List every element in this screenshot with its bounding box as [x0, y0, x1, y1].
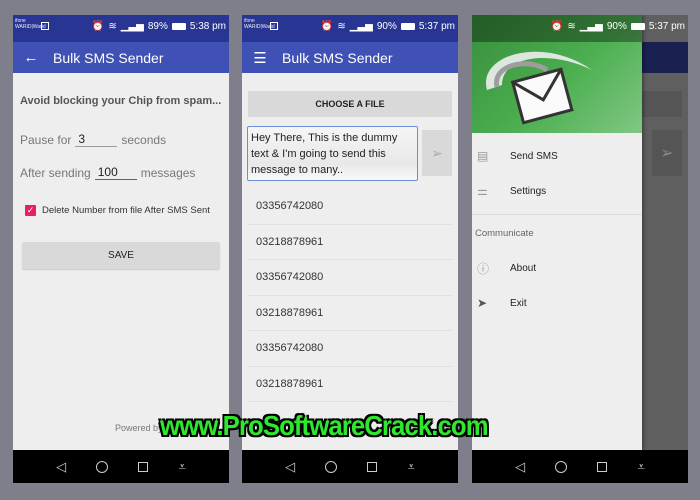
back-nav-icon[interactable]: ◁ [515, 459, 525, 475]
drawer-item-send-sms[interactable]: ▤ Send SMS [472, 142, 642, 170]
checkmark-icon[interactable]: ✓ [25, 205, 36, 216]
number-list: 03356742080 03218878961 03356742080 0321… [248, 189, 452, 402]
menu-icon[interactable]: ☰ [242, 49, 278, 67]
message-textarea[interactable]: Hey There, This is the dummy text & I'm … [247, 126, 418, 181]
toolbar-title: Bulk SMS Sender [53, 49, 164, 66]
powered-by-label: Powered by [115, 423, 163, 433]
back-nav-icon[interactable]: ◁ [56, 459, 66, 475]
recents-nav-icon[interactable] [138, 461, 149, 472]
recents-nav-icon[interactable] [367, 461, 378, 472]
drawer-header [472, 15, 642, 133]
info-icon: ⓘ [477, 261, 490, 276]
save-button[interactable]: SAVE [22, 242, 220, 269]
alarm-icon: ⏰ [320, 21, 334, 32]
pause-seconds-input[interactable]: 3 [75, 132, 118, 147]
sliders-icon: ⚌ [477, 184, 488, 198]
list-item[interactable]: 03356742080 [248, 331, 452, 367]
battery-percent: 90% [376, 21, 397, 32]
navigation-drawer: ▤ Send SMS ⚌ Settings Communicate ⓘ Abou… [472, 15, 642, 450]
send-icon: ➢ [652, 130, 682, 176]
after-label: After sending [20, 165, 91, 180]
system-nav-bar: ◁ ⩡ [13, 450, 229, 483]
toolbar: ← Bulk SMS Sender [13, 42, 229, 73]
drawer-item-exit[interactable]: ➤ Exit [472, 289, 642, 317]
notification-pull-icon[interactable]: ⩡ [638, 459, 645, 475]
list-item[interactable]: 03356742080 [248, 189, 452, 225]
after-unit-label: messages [140, 165, 196, 180]
drawer-item-about[interactable]: ⓘ About [472, 254, 642, 282]
home-nav-icon[interactable] [555, 460, 568, 473]
battery-icon [400, 23, 415, 30]
status-bar: ifone WARID|Warid ⏰ ≋ ▁▃▅ 89% 5:38 pm [13, 15, 229, 42]
drawer-section-title: Communicate [475, 228, 534, 239]
back-nav-icon[interactable]: ◁ [285, 459, 295, 475]
drawer-divider [472, 214, 642, 215]
spam-warning: Avoid blocking your Chip from spam... [20, 95, 222, 107]
send-icon: ➤ [477, 296, 488, 310]
battery-icon [171, 23, 186, 30]
system-nav-bar: ◁ ⩡ [472, 450, 688, 483]
list-item[interactable]: 03356742080 [248, 260, 452, 296]
image-notification-icon [41, 22, 49, 30]
battery-icon [630, 23, 645, 30]
wifi-icon: ≋ [108, 21, 117, 32]
send-icon: ➢ [431, 144, 443, 161]
watermark-text: www.ProSoftwareCrack.com [160, 410, 489, 441]
battery-percent: 90% [606, 21, 627, 32]
message-count-input[interactable]: 100 [94, 165, 137, 180]
envelope-logo-icon [485, 51, 592, 125]
choose-file-button[interactable]: CHOOSE A FILE [248, 91, 452, 117]
battery-percent: 89% [147, 21, 168, 32]
home-nav-icon[interactable] [96, 460, 109, 473]
notification-pull-icon[interactable]: ⩡ [408, 459, 415, 475]
delete-number-label: Delete Number from file After SMS Sent [42, 205, 210, 216]
back-arrow-icon[interactable]: ← [13, 49, 49, 66]
list-item[interactable]: 03218878961 [248, 367, 452, 402]
list-item[interactable]: 03218878961 [248, 225, 452, 260]
system-nav-bar: ◁ ⩡ [242, 450, 458, 483]
wifi-icon: ≋ [567, 21, 576, 32]
drawer-screen: ➢ ifoneWARID|Warid ⏰ ≋ ▁▃▅ 90% 5:37 pm [472, 15, 688, 483]
send-button[interactable]: ➢ [422, 130, 452, 176]
clock: 5:37 pm [648, 21, 685, 32]
wifi-icon: ≋ [337, 21, 346, 32]
pause-unit-label: seconds [121, 132, 167, 147]
notification-pull-icon[interactable]: ⩡ [179, 459, 186, 475]
drawer-item-settings[interactable]: ⚌ Settings [472, 177, 642, 205]
signal-icon: ▁▃▅ [349, 21, 373, 32]
status-bar: ifoneWARID|Warid ⏰ ≋ ▁▃▅ 90% 5:37 pm [242, 15, 458, 42]
clock: 5:37 pm [418, 21, 455, 32]
delete-number-checkbox[interactable]: ✓ Delete Number from file After SMS Sent [25, 205, 210, 216]
toolbar-title: Bulk SMS Sender [282, 49, 393, 66]
list-item[interactable]: 03218878961 [248, 296, 452, 331]
toolbar: ☰ Bulk SMS Sender [242, 42, 458, 73]
after-row: After sending 100 messages [20, 165, 195, 180]
pause-row: Pause for 3 seconds [20, 132, 166, 147]
image-notification-icon [270, 22, 278, 30]
home-nav-icon[interactable] [325, 460, 338, 473]
signal-icon: ▁▃▅ [120, 21, 144, 32]
clock: 5:38 pm [189, 21, 226, 32]
alarm-icon: ⏰ [91, 21, 105, 32]
signal-icon: ▁▃▅ [579, 21, 603, 32]
pause-label: Pause for [20, 132, 72, 147]
alarm-icon: ⏰ [550, 21, 564, 32]
recents-nav-icon[interactable] [597, 461, 608, 472]
message-icon: ▤ [477, 149, 489, 163]
